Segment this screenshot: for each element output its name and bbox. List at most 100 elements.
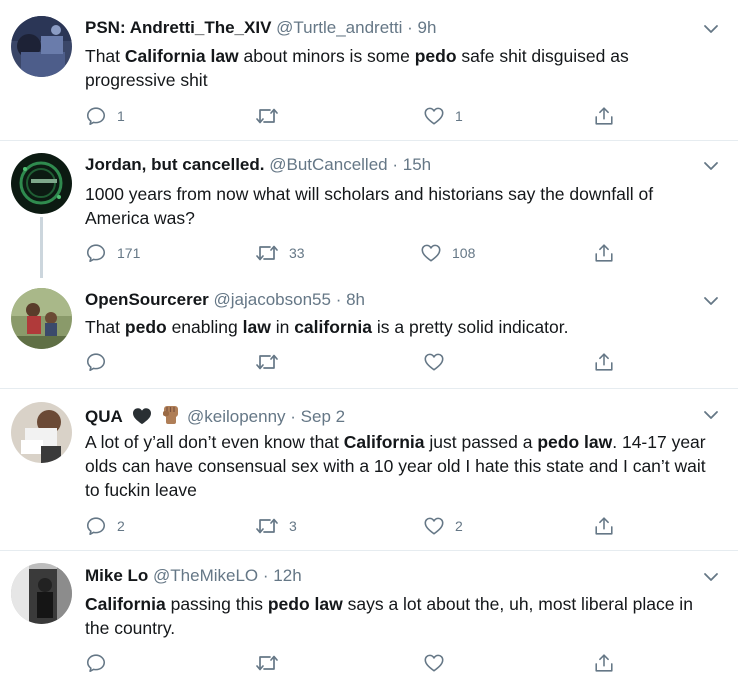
avatar[interactable]: [11, 402, 72, 463]
highlighted-term: law: [242, 317, 271, 337]
tweet-text: That California law about minors is some…: [85, 44, 715, 92]
reply-icon: [85, 242, 107, 264]
retweet-icon: [255, 515, 279, 537]
tweet-actions: [85, 350, 645, 374]
tweet-text-run: A lot of y’all don’t even know that: [85, 432, 344, 452]
retweet-count: 33: [289, 245, 305, 261]
timestamp[interactable]: 8h: [346, 290, 365, 309]
retweet-button[interactable]: [255, 350, 289, 374]
like-icon: [420, 242, 442, 264]
tweet-text-run: enabling: [166, 317, 243, 337]
user-handle[interactable]: @keilopenny: [187, 407, 286, 426]
tweet-text-run: in: [270, 317, 295, 337]
timestamp[interactable]: 12h: [273, 566, 301, 585]
reply-count: 1: [117, 108, 125, 124]
like-button[interactable]: 2: [423, 514, 463, 538]
retweet-button[interactable]: [255, 651, 289, 675]
like-icon: [423, 515, 445, 537]
share-icon: [593, 242, 615, 264]
thread-line: [40, 217, 43, 278]
retweet-button[interactable]: 3: [255, 514, 297, 538]
tweet-header: Mike Lo @TheMikeLO · 12h: [85, 565, 302, 587]
avatar[interactable]: [11, 153, 72, 214]
retweet-icon: [255, 652, 279, 674]
share-button[interactable]: [593, 104, 615, 128]
retweet-icon: [255, 105, 279, 127]
highlighted-term: California law: [124, 46, 239, 66]
highlighted-term: pedo: [414, 46, 457, 66]
tweet-text-run: That: [85, 46, 125, 66]
separator: ·: [262, 566, 269, 585]
reply-button[interactable]: [85, 651, 117, 675]
tweet[interactable]: QUA @keilopenny · Sep 2 A lot of y’all d…: [0, 389, 738, 551]
reply-icon: [85, 351, 107, 373]
highlighted-term: California: [343, 432, 425, 452]
tweet-header: Jordan, but cancelled. @ButCancelled · 1…: [85, 154, 431, 176]
reply-button[interactable]: 1: [85, 104, 125, 128]
highlighted-term: pedo law: [537, 432, 613, 452]
tweet-header: PSN: Andretti_The_XIV @Turtle_andretti ·…: [85, 17, 436, 39]
share-icon: [593, 652, 615, 674]
user-handle[interactable]: @TheMikeLO: [153, 566, 258, 585]
chevron-down-icon[interactable]: [702, 20, 720, 38]
highlighted-term: pedo law: [267, 594, 343, 614]
reply-button[interactable]: 2: [85, 514, 125, 538]
display-name[interactable]: OpenSourcerer: [85, 290, 209, 309]
highlighted-term: california: [294, 317, 372, 337]
display-name[interactable]: QUA: [85, 407, 123, 426]
user-handle[interactable]: @ButCancelled: [269, 155, 387, 174]
avatar[interactable]: [11, 288, 72, 349]
like-count: 2: [455, 518, 463, 534]
display-name[interactable]: PSN: Andretti_The_XIV: [85, 18, 271, 37]
tweet[interactable]: PSN: Andretti_The_XIV @Turtle_andretti ·…: [0, 0, 738, 141]
chevron-down-icon[interactable]: [702, 406, 720, 424]
tweet[interactable]: OpenSourcerer @jajacobson55 · 8h That pe…: [0, 278, 738, 389]
like-button[interactable]: 108: [420, 241, 475, 265]
tweet-text: That pedo enabling law in california is …: [85, 315, 715, 339]
display-name[interactable]: Jordan, but cancelled.: [85, 155, 265, 174]
tweet-header: QUA @keilopenny · Sep 2: [85, 403, 345, 431]
retweet-button[interactable]: [255, 104, 289, 128]
chevron-down-icon[interactable]: [702, 157, 720, 175]
tweet[interactable]: Mike Lo @TheMikeLO · 12h California pass…: [0, 551, 738, 673]
like-icon: [423, 652, 445, 674]
tweet-actions: 171 33 108: [85, 241, 645, 265]
reply-count: 2: [117, 518, 125, 534]
like-icon: [423, 105, 445, 127]
like-button[interactable]: [423, 651, 455, 675]
avatar[interactable]: [11, 563, 72, 624]
reply-icon: [85, 515, 107, 537]
user-handle[interactable]: @Turtle_andretti: [276, 18, 402, 37]
raised-fist-icon: [160, 403, 182, 431]
share-icon: [593, 351, 615, 373]
reply-button[interactable]: [85, 350, 117, 374]
display-name[interactable]: Mike Lo: [85, 566, 148, 585]
chevron-down-icon[interactable]: [702, 292, 720, 310]
timestamp[interactable]: 15h: [403, 155, 431, 174]
like-icon: [423, 351, 445, 373]
reply-button[interactable]: 171: [85, 241, 140, 265]
black-heart-icon: [132, 407, 152, 431]
tweet-text-run: about minors is some: [238, 46, 415, 66]
tweet-header: OpenSourcerer @jajacobson55 · 8h: [85, 289, 365, 311]
avatar[interactable]: [11, 16, 72, 77]
retweet-button[interactable]: 33: [255, 241, 305, 265]
like-button[interactable]: [423, 350, 455, 374]
tweet-text-run: just passed a: [424, 432, 538, 452]
highlighted-term: California: [85, 594, 166, 614]
chevron-down-icon[interactable]: [702, 568, 720, 586]
tweet-actions: 1 1: [85, 104, 645, 128]
timestamp[interactable]: Sep 2: [301, 407, 345, 426]
like-button[interactable]: 1: [423, 104, 463, 128]
user-handle[interactable]: @jajacobson55: [214, 290, 331, 309]
tweet-text: A lot of y’all don’t even know that Cali…: [85, 430, 710, 502]
share-button[interactable]: [593, 514, 615, 538]
reply-count: 171: [117, 245, 141, 261]
share-button[interactable]: [593, 651, 615, 675]
share-button[interactable]: [593, 350, 615, 374]
like-count: 1: [455, 108, 463, 124]
timestamp[interactable]: 9h: [418, 18, 437, 37]
like-count: 108: [452, 245, 476, 261]
share-button[interactable]: [593, 241, 615, 265]
tweet[interactable]: Jordan, but cancelled. @ButCancelled · 1…: [0, 141, 738, 278]
